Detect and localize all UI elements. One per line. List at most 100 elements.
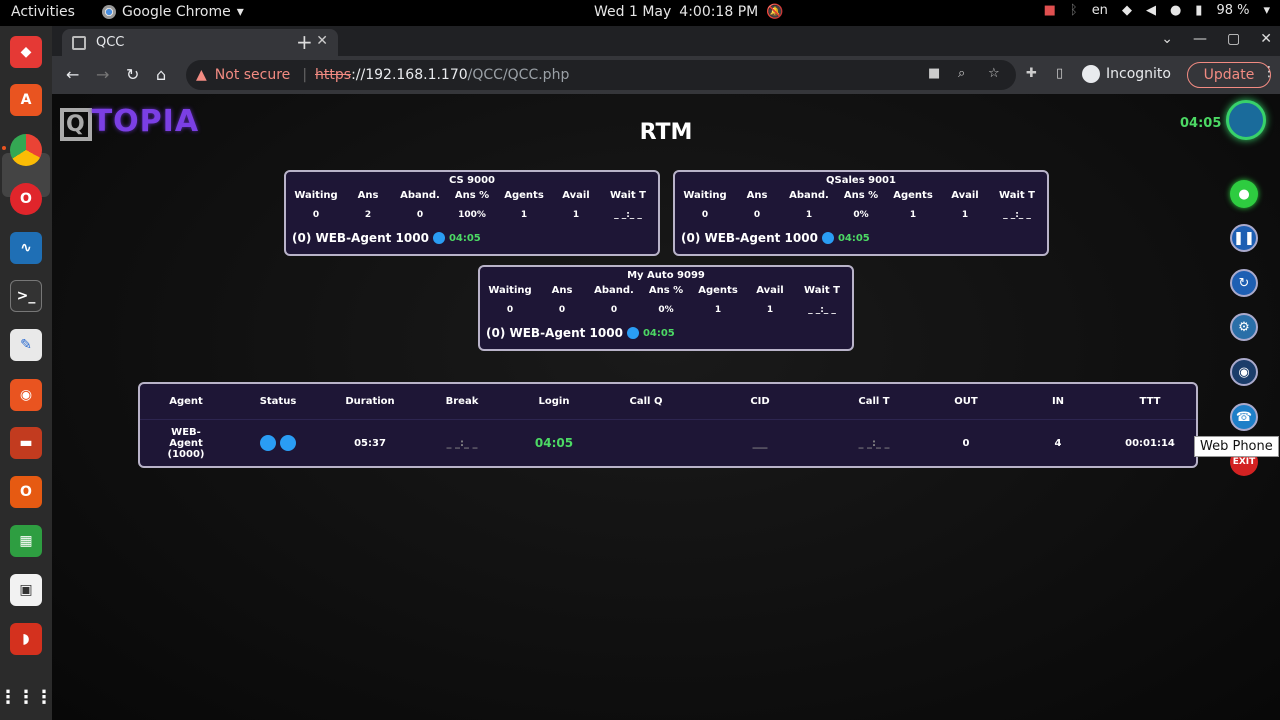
- header-aband: Aband.: [594, 285, 634, 296]
- back-icon[interactable]: ←: [66, 65, 79, 84]
- stat-ans-pct: 100%: [458, 210, 486, 220]
- queue-agent-time: 04:05: [837, 232, 870, 244]
- col-ttt: TTT: [1139, 396, 1161, 407]
- header-wait-t: Wait T: [804, 285, 840, 296]
- forward-icon[interactable]: →: [96, 65, 109, 84]
- stat-avail: 1: [961, 210, 969, 220]
- new-tab-button[interactable]: +: [296, 30, 313, 54]
- headset-icon[interactable]: [280, 435, 296, 451]
- phone-icon[interactable]: [260, 435, 276, 451]
- web-phone-button[interactable]: ☎: [1230, 403, 1258, 431]
- header-avail: Avail: [756, 285, 784, 296]
- queue-agent-label: (0) WEB-Agent 1000: [292, 231, 429, 245]
- show-apps-icon[interactable]: ⋮⋮⋮: [0, 681, 53, 713]
- text-editor-icon[interactable]: ✎: [10, 329, 42, 361]
- stat-agents: 1: [520, 210, 528, 220]
- break-button[interactable]: ↻: [1230, 269, 1258, 297]
- stat-waiting: 0: [701, 210, 709, 220]
- stat-avail: 1: [766, 305, 774, 315]
- stat-waiting: 0: [506, 305, 514, 315]
- bookmark-star-icon[interactable]: ☆: [988, 66, 1000, 81]
- address-bar[interactable]: ▲ Not secure | https ://192.168.1.170 /Q…: [186, 60, 1016, 90]
- office-icon[interactable]: O: [10, 476, 42, 508]
- menu-icon[interactable]: ⋮: [1262, 64, 1276, 80]
- stat-ans: 2: [364, 210, 372, 220]
- language-indicator[interactable]: en: [1092, 3, 1108, 18]
- header-ans: Ans: [357, 190, 379, 201]
- system-tray[interactable]: ■ ᛒ en ◆ ◀ ● ▮ 98 % ▾: [1044, 3, 1270, 18]
- cell-agent: WEB-Agent (1000): [167, 426, 205, 460]
- home-icon[interactable]: ⌂: [156, 65, 166, 84]
- supervisor-icon[interactable]: ◉: [1230, 358, 1258, 386]
- camera-blocked-icon[interactable]: ■: [928, 66, 940, 81]
- agent-table: Agent Status Duration Break Login Call Q…: [138, 382, 1198, 468]
- tab-title: QCC: [96, 35, 125, 50]
- cell-duration: 05:37: [354, 437, 386, 449]
- stat-aband: 0: [610, 305, 618, 315]
- col-break: Break: [445, 396, 479, 407]
- cell-call-t: _ _:_ _: [858, 437, 890, 449]
- spreadsheet-icon[interactable]: ▦: [10, 525, 42, 557]
- tab-search-icon[interactable]: ⌄: [1161, 31, 1173, 47]
- files-icon[interactable]: ▬: [10, 427, 42, 459]
- col-call-q: Call Q: [629, 396, 663, 407]
- side-panel-icon[interactable]: ▯: [1056, 66, 1063, 81]
- terminal-icon[interactable]: >_: [10, 280, 42, 312]
- system-monitor-icon[interactable]: ∿: [10, 232, 42, 264]
- clock[interactable]: Wed 1 May 4:00:18 PM 🔕: [594, 4, 784, 20]
- zoom-icon[interactable]: ⌕: [958, 66, 965, 81]
- power-icon: ▾: [1263, 3, 1270, 18]
- os-top-bar: Activities Google Chrome ▾ Wed 1 May 4:0…: [0, 0, 1280, 26]
- window-controls: ⌄ — ▢ ✕: [1161, 31, 1272, 47]
- warning-icon: ▲: [196, 67, 207, 83]
- cell-cid: ___: [752, 437, 768, 449]
- minimize-icon[interactable]: —: [1193, 31, 1207, 47]
- bluetooth-icon: ᛒ: [1069, 3, 1078, 18]
- available-status-button[interactable]: ●: [1230, 180, 1258, 208]
- settings-gear-icon[interactable]: ⚙: [1230, 313, 1258, 341]
- extensions-icon[interactable]: ✚: [1026, 66, 1037, 81]
- url-scheme: https: [315, 67, 352, 83]
- cell-in: 4: [1054, 437, 1062, 449]
- stat-aband: 1: [805, 210, 813, 220]
- chevron-down-icon: ▾: [236, 4, 244, 20]
- battery-level: 98 %: [1216, 3, 1250, 18]
- close-window-icon[interactable]: ✕: [1260, 31, 1272, 47]
- pause-button[interactable]: ❚❚: [1230, 224, 1258, 252]
- incognito-indicator[interactable]: Incognito: [1082, 65, 1171, 83]
- wine-icon[interactable]: ◗: [10, 623, 42, 655]
- reload-icon[interactable]: ↻: [126, 65, 139, 84]
- opera-icon[interactable]: O: [10, 183, 42, 215]
- chrome-icon[interactable]: [2, 134, 42, 166]
- queue-agent[interactable]: (0) WEB-Agent 1000 04:05: [292, 231, 658, 245]
- page-title: RTM: [639, 120, 693, 145]
- queue-agent[interactable]: (0) WEB-Agent 1000 04:05: [681, 231, 1047, 245]
- header-aband: Aband.: [789, 190, 829, 201]
- table-row[interactable]: WEB-Agent (1000) 05:37 _ _:_ _ 04:05 ___…: [140, 420, 1196, 466]
- tab-strip: QCC ✕ + ⌄ — ▢ ✕: [52, 26, 1280, 56]
- activities-button[interactable]: Activities: [11, 4, 75, 20]
- update-button[interactable]: Update: [1187, 62, 1271, 88]
- stat-waiting: 0: [312, 210, 320, 220]
- calendar-icon[interactable]: ▣: [10, 574, 42, 606]
- feed-reader-icon[interactable]: ◉: [10, 379, 42, 411]
- col-agent: Agent: [169, 396, 203, 407]
- stat-ans-pct: 0%: [658, 305, 674, 315]
- queue-agent[interactable]: (0) WEB-Agent 1000 04:05: [486, 326, 852, 340]
- col-duration: Duration: [345, 396, 395, 407]
- not-secure-label[interactable]: Not secure: [215, 67, 291, 83]
- software-center-icon[interactable]: A: [10, 84, 42, 116]
- queue-agent-time: 04:05: [448, 232, 481, 244]
- app-menu[interactable]: Google Chrome ▾: [102, 4, 244, 20]
- avatar[interactable]: [1226, 100, 1266, 140]
- time-label: 4:00:18 PM: [679, 4, 759, 20]
- col-status: Status: [259, 396, 297, 407]
- queue-stats: Waiting Ans Aband. Ans % Agents Avail Wa…: [286, 190, 658, 220]
- queue-stats: Waiting Ans Aband. Ans % Agents Avail Wa…: [480, 285, 852, 315]
- close-tab-icon[interactable]: ✕: [316, 33, 328, 49]
- stat-ans: 0: [558, 305, 566, 315]
- maximize-icon[interactable]: ▢: [1227, 31, 1240, 47]
- anydesk-icon[interactable]: ◆: [10, 36, 42, 68]
- camera-icon: ■: [1043, 3, 1056, 18]
- header-avail: Avail: [562, 190, 590, 201]
